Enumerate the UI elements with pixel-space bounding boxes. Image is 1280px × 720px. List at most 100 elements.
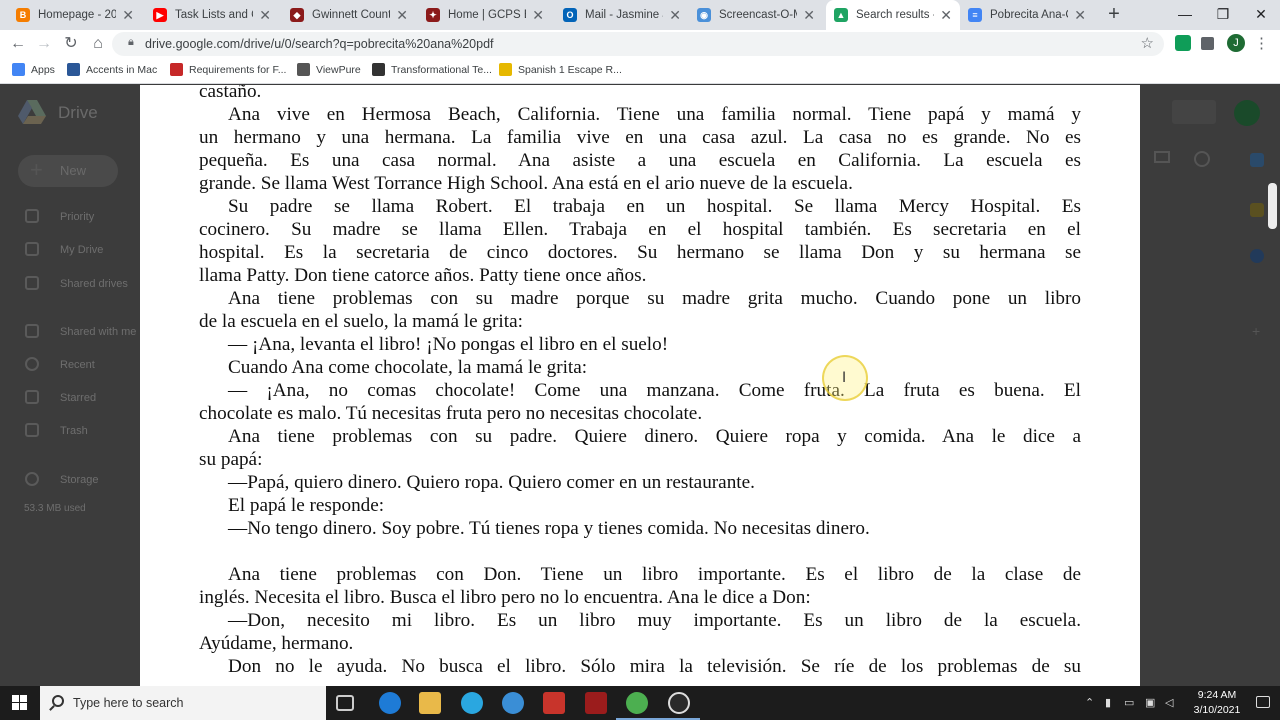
back-icon[interactable]: ← bbox=[8, 34, 28, 54]
document-line: El papá le responde: bbox=[228, 495, 385, 516]
clock-time[interactable]: 9:24 AM bbox=[1187, 689, 1247, 701]
browser-tab[interactable]: ◆ Gwinnett County S ✕ bbox=[282, 0, 416, 30]
sidebar-item-priority[interactable]: Priority bbox=[60, 211, 94, 223]
shield-icon: ◆ bbox=[290, 8, 304, 22]
gcps-logo bbox=[1172, 100, 1216, 124]
sidebar-item-shared-with-me[interactable]: Shared with me bbox=[60, 326, 136, 338]
bookmark-item[interactable]: Accents in Mac bbox=[67, 63, 157, 76]
close-tab-icon[interactable]: ✕ bbox=[122, 7, 134, 24]
sidebar-item-recent[interactable]: Recent bbox=[60, 359, 95, 371]
browser-tab[interactable]: ▲ Search results - Go ✕ bbox=[826, 0, 960, 30]
browser-tab[interactable]: ✦ Home | GCPS Emp ✕ bbox=[418, 0, 552, 30]
close-tab-icon[interactable]: ✕ bbox=[940, 7, 952, 24]
scrollbar-thumb[interactable] bbox=[1268, 183, 1277, 229]
tab-title: Mail - Jasmine Joh bbox=[585, 9, 663, 21]
document-line: un hermano y una hermana. La familia viv… bbox=[199, 127, 1081, 148]
notifications-icon[interactable] bbox=[1256, 696, 1270, 708]
tray-chevron-icon[interactable]: ⌃ bbox=[1085, 696, 1094, 709]
document-line: chocolate es malo. Tú necesitas fruta pe… bbox=[199, 403, 703, 424]
bookmark-item[interactable]: ViewPure bbox=[297, 63, 361, 76]
network-app-icon[interactable] bbox=[461, 692, 483, 714]
starred-icon bbox=[25, 390, 39, 404]
browser-toolbar: ← → ↻ ⌂ 🔒︎ drive.google.com/drive/u/0/se… bbox=[0, 30, 1280, 58]
home-icon[interactable]: ⌂ bbox=[88, 34, 108, 54]
document-line: de la escuela en el suelo, la mamá le gr… bbox=[199, 311, 523, 332]
sidebar-item-starred[interactable]: Starred bbox=[60, 392, 96, 404]
document-line: pequeña. Es una casa normal. Ana asiste … bbox=[199, 150, 1081, 171]
sidebar-item-shared-drives[interactable]: Shared drives bbox=[60, 278, 128, 290]
reload-icon[interactable]: ↻ bbox=[61, 34, 81, 54]
address-bar[interactable]: 🔒︎ drive.google.com/drive/u/0/search?q=p… bbox=[112, 32, 1164, 56]
internet-explorer-icon[interactable] bbox=[502, 692, 524, 714]
browser-tab[interactable]: ◉ Screencast-O-Mat ✕ bbox=[689, 0, 823, 30]
bookmark-label: ViewPure bbox=[316, 63, 361, 76]
document-line: —Don, necesito mi libro. Es un libro muy… bbox=[228, 610, 1081, 631]
task-view-icon[interactable] bbox=[336, 695, 354, 711]
close-tab-icon[interactable]: ✕ bbox=[803, 7, 815, 24]
volume-icon[interactable]: ◁ bbox=[1165, 696, 1173, 709]
browser-tab[interactable]: B Homepage - 2021 ✕ bbox=[8, 0, 142, 30]
close-tab-icon[interactable]: ✕ bbox=[259, 7, 271, 24]
document-line: Ana vive en Hermosa Beach, California. T… bbox=[228, 104, 1081, 125]
document-line: —Papá, quiero dinero. Quiero ropa. Quier… bbox=[228, 472, 755, 493]
profile-avatar[interactable]: J bbox=[1227, 34, 1245, 52]
shared-drives-icon bbox=[25, 276, 39, 290]
bookmark-item[interactable]: Transformational Te... bbox=[372, 63, 492, 76]
taskbar-search-input[interactable]: Type here to search bbox=[73, 696, 183, 710]
more-menu-icon[interactable]: ⋮ bbox=[1254, 34, 1269, 52]
document-line: — ¡Ana, levanta el libro! ¡No pongas el … bbox=[228, 334, 669, 355]
bookmark-item[interactable]: Apps bbox=[12, 63, 55, 76]
sidebar-item-my-drive[interactable]: My Drive bbox=[60, 244, 103, 256]
extension-icon[interactable] bbox=[1175, 35, 1191, 51]
keep-addon-icon[interactable] bbox=[1250, 203, 1264, 217]
microphone-icon[interactable]: ▮ bbox=[1105, 696, 1111, 709]
gcps-app-icon[interactable] bbox=[585, 692, 607, 714]
my-drive-icon bbox=[25, 242, 39, 256]
taskbar-search-box[interactable]: Type here to search bbox=[40, 686, 326, 720]
chrome-icon[interactable] bbox=[626, 692, 648, 714]
bookmark-star-icon[interactable]: ☆ bbox=[1141, 34, 1154, 52]
new-tab-button[interactable]: + bbox=[1104, 4, 1124, 24]
security-app-icon[interactable] bbox=[543, 692, 565, 714]
browser-tab[interactable]: ▶ Task Lists and Cho ✕ bbox=[145, 0, 279, 30]
network-icon[interactable]: ▣ bbox=[1145, 696, 1155, 709]
calendar-addon-icon[interactable] bbox=[1250, 153, 1264, 167]
gcps-icon: ✦ bbox=[426, 8, 440, 22]
sidebar-item-trash[interactable]: Trash bbox=[60, 425, 88, 437]
browser-tab[interactable]: O Mail - Jasmine Joh ✕ bbox=[555, 0, 689, 30]
lock-icon[interactable]: 🔒︎ bbox=[128, 36, 134, 49]
url-text[interactable]: drive.google.com/drive/u/0/search?q=pobr… bbox=[145, 37, 494, 51]
close-tab-icon[interactable]: ✕ bbox=[669, 7, 681, 24]
screencast-record-icon[interactable] bbox=[668, 692, 690, 714]
clock-date[interactable]: 3/10/2021 bbox=[1184, 704, 1250, 716]
forward-icon[interactable]: → bbox=[34, 34, 54, 54]
new-button-label: New bbox=[60, 163, 87, 178]
bookmark-item[interactable]: Spanish 1 Escape R... bbox=[499, 63, 622, 76]
maximize-icon[interactable]: ❐ bbox=[1204, 0, 1242, 28]
bookmark-item[interactable]: Requirements for F... bbox=[170, 63, 286, 76]
puzzle-extensions-icon[interactable] bbox=[1201, 37, 1214, 50]
drive-logo-icon bbox=[18, 100, 46, 124]
file-explorer-icon[interactable] bbox=[419, 692, 441, 714]
windows-start-icon[interactable] bbox=[0, 686, 40, 720]
battery-icon[interactable]: ▭ bbox=[1124, 696, 1134, 709]
add-addon-icon[interactable]: + bbox=[1252, 323, 1260, 339]
bookmark-label: Accents in Mac bbox=[86, 63, 158, 76]
close-window-icon[interactable]: ✕ bbox=[1242, 0, 1280, 28]
list-view-icon[interactable] bbox=[1154, 151, 1170, 163]
tasks-addon-icon[interactable] bbox=[1250, 249, 1264, 263]
close-tab-icon[interactable]: ✕ bbox=[1074, 7, 1086, 24]
sidebar-item-storage[interactable]: Storage bbox=[60, 474, 99, 486]
account-avatar[interactable] bbox=[1234, 100, 1260, 126]
tab-title: Pobrecita Ana-Cap bbox=[990, 9, 1068, 21]
browser-tab-strip: B Homepage - 2021 ✕ ▶ Task Lists and Cho ✕ ◆ Gw… bbox=[0, 0, 1280, 30]
edge-icon[interactable] bbox=[379, 692, 401, 714]
close-tab-icon[interactable]: ✕ bbox=[396, 7, 408, 24]
minimize-icon[interactable]: — bbox=[1166, 0, 1204, 28]
close-tab-icon[interactable]: ✕ bbox=[532, 7, 544, 24]
browser-tab[interactable]: ≡ Pobrecita Ana-Cap ✕ bbox=[960, 0, 1094, 30]
info-icon[interactable] bbox=[1194, 151, 1210, 167]
windows-taskbar: Type here to search ⌃ ▮ ▭ ▣ ◁ 9:24 AM 3/… bbox=[0, 686, 1280, 720]
tab-title: Gwinnett County S bbox=[312, 9, 391, 21]
storage-used-text: 53.3 MB used bbox=[24, 503, 86, 514]
